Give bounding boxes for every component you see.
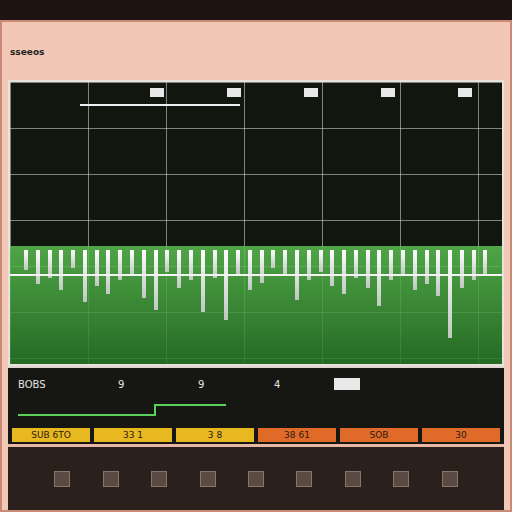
trace-spike bbox=[224, 250, 228, 320]
bezel-button[interactable] bbox=[393, 471, 409, 487]
trace-spike bbox=[71, 250, 75, 268]
step-row bbox=[8, 400, 504, 426]
marker[interactable] bbox=[150, 88, 164, 97]
trace-spike bbox=[24, 250, 28, 270]
trace-spike bbox=[201, 250, 205, 312]
bezel-button[interactable] bbox=[296, 471, 312, 487]
trace-spike bbox=[142, 250, 146, 298]
bezel-button[interactable] bbox=[151, 471, 167, 487]
trace-spike bbox=[401, 250, 405, 274]
readout-box bbox=[334, 378, 360, 390]
softkey[interactable]: 3 8 bbox=[176, 428, 254, 442]
trace-spike bbox=[366, 250, 370, 288]
trace-spike bbox=[483, 250, 487, 276]
trace-spike bbox=[213, 250, 217, 278]
screen-frame: sseeosBOBS994SUB 6TO33 13 838 61SOB30 bbox=[0, 20, 512, 512]
trace-spike bbox=[189, 250, 193, 280]
softkey[interactable]: 30 bbox=[422, 428, 500, 442]
grid-area bbox=[10, 82, 502, 246]
trace-spike bbox=[472, 250, 476, 280]
readout: 9 bbox=[118, 379, 198, 390]
trace-spike bbox=[260, 250, 264, 283]
trace-spike bbox=[236, 250, 240, 274]
analyzer-screen: sseeosBOBS994SUB 6TO33 13 838 61SOB30 bbox=[0, 0, 512, 512]
trace-spike bbox=[106, 250, 110, 294]
readout: BOBS bbox=[18, 379, 118, 390]
trace-spike bbox=[165, 250, 169, 272]
bezel-button[interactable] bbox=[248, 471, 264, 487]
trace-spike bbox=[177, 250, 181, 288]
trace-spike bbox=[130, 250, 134, 276]
trace-spike bbox=[436, 250, 440, 296]
marker[interactable] bbox=[381, 88, 395, 97]
marker[interactable] bbox=[304, 88, 318, 97]
title-bar: sseeos bbox=[8, 26, 504, 80]
trace-spike bbox=[271, 250, 275, 268]
trace-spike bbox=[460, 250, 464, 288]
cursor-line[interactable] bbox=[80, 104, 240, 106]
trace-spike bbox=[319, 250, 323, 272]
trace bbox=[10, 246, 502, 350]
marker-row bbox=[150, 88, 472, 97]
trace-spike bbox=[354, 250, 358, 278]
trace-spike bbox=[330, 250, 334, 286]
softkey[interactable]: 33 1 bbox=[94, 428, 172, 442]
step-line bbox=[156, 404, 226, 406]
bezel-button[interactable] bbox=[200, 471, 216, 487]
trace-spike bbox=[95, 250, 99, 286]
trace-spike bbox=[377, 250, 381, 306]
trace-spike bbox=[283, 250, 287, 276]
bezel-button[interactable] bbox=[345, 471, 361, 487]
trace-spike bbox=[48, 250, 52, 278]
marker[interactable] bbox=[458, 88, 472, 97]
trace-spike bbox=[413, 250, 417, 290]
readout: 9 bbox=[198, 379, 274, 390]
bezel-button[interactable] bbox=[442, 471, 458, 487]
readout: 4 bbox=[274, 379, 334, 390]
readout-row: BOBS994 bbox=[8, 366, 504, 400]
title: sseeos bbox=[10, 47, 44, 57]
trace-spike bbox=[59, 250, 63, 290]
trace-spike bbox=[342, 250, 346, 294]
trace-display bbox=[8, 80, 504, 366]
trace-spike bbox=[36, 250, 40, 284]
softkey-row: SUB 6TO 33 1 3 8 38 61 SOB 30 bbox=[8, 426, 504, 444]
trace-spike bbox=[248, 250, 252, 290]
signal-band bbox=[10, 246, 502, 364]
softkey[interactable]: SOB bbox=[340, 428, 418, 442]
marker[interactable] bbox=[227, 88, 241, 97]
step-line bbox=[18, 404, 156, 416]
softkey[interactable]: 38 61 bbox=[258, 428, 336, 442]
trace-spike bbox=[448, 250, 452, 338]
trace-spike bbox=[389, 250, 393, 280]
trace-spike bbox=[83, 250, 87, 302]
trace-spike bbox=[118, 250, 122, 280]
softkey[interactable]: SUB 6TO bbox=[12, 428, 90, 442]
trace-spike bbox=[295, 250, 299, 300]
bezel-button[interactable] bbox=[54, 471, 70, 487]
bezel bbox=[8, 444, 504, 510]
trace-spike bbox=[307, 250, 311, 280]
trace-spike bbox=[154, 250, 158, 310]
trace-spike bbox=[425, 250, 429, 284]
bezel-button[interactable] bbox=[103, 471, 119, 487]
